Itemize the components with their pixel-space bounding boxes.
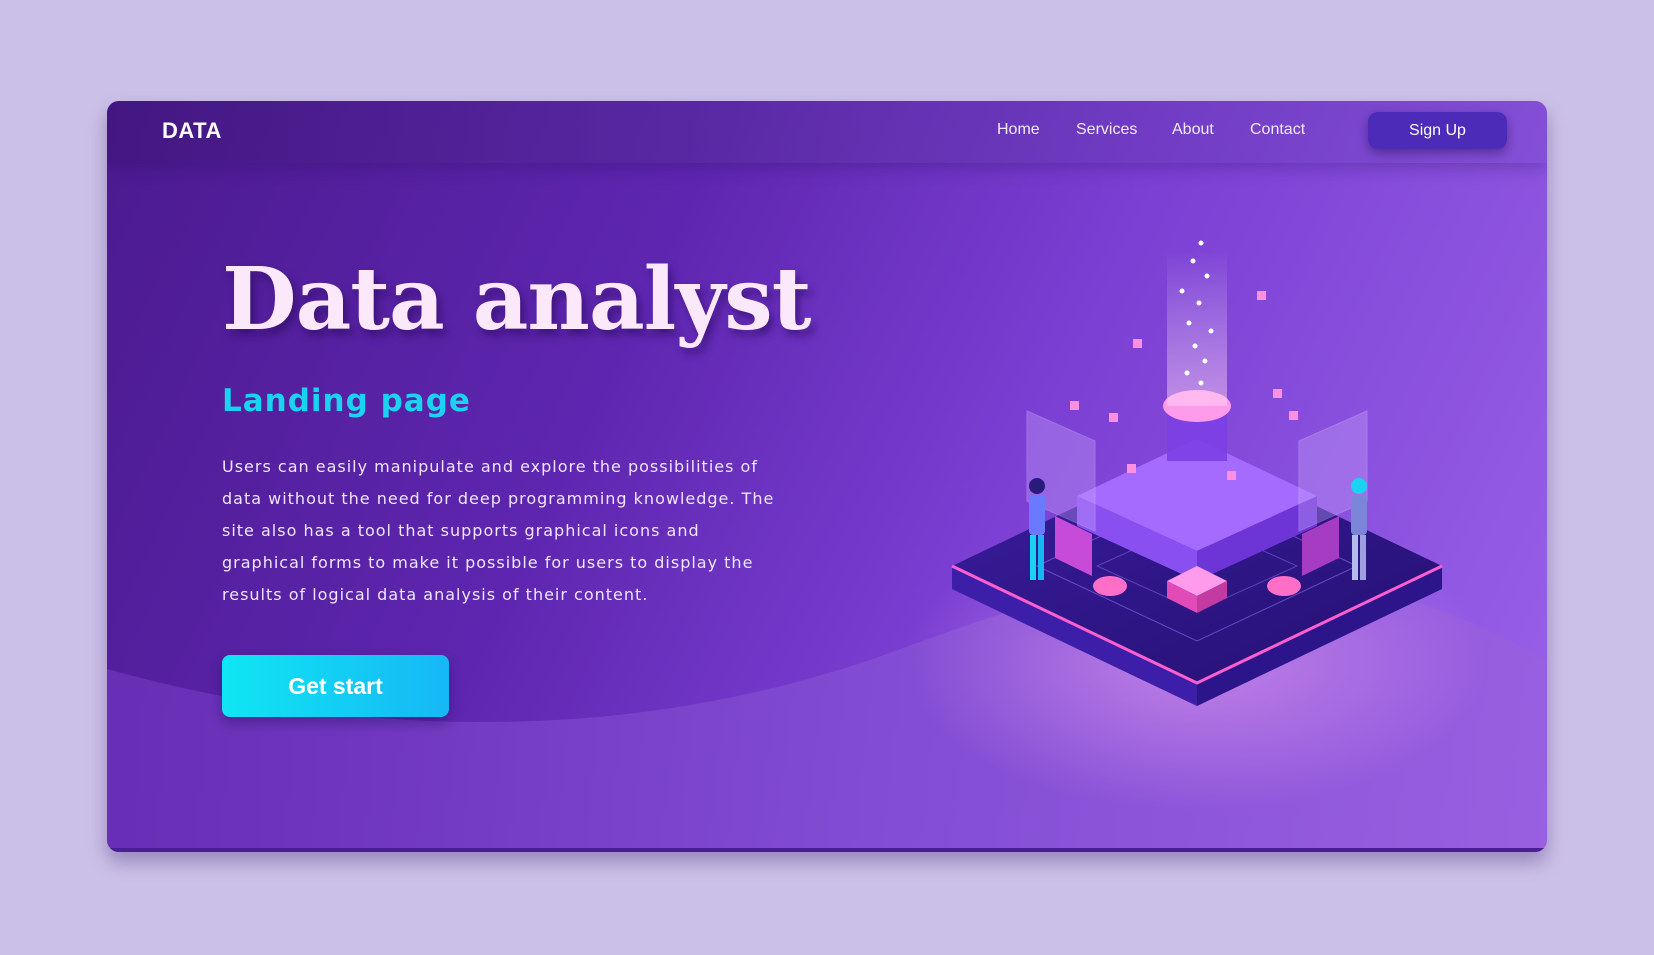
- hero-title: Data analyst: [222, 249, 811, 350]
- hero-subtitle: Landing page: [222, 383, 471, 419]
- isometric-data-illustration: [951, 240, 1443, 706]
- hero-description: Users can easily manipulate and explore …: [222, 457, 775, 604]
- data-particle-beam: [1167, 240, 1227, 406]
- logo[interactable]: DATA: [162, 118, 222, 144]
- sign-up-button[interactable]: Sign Up: [1368, 112, 1507, 149]
- top-navbar: DATA Home Services About Contact Sign Up: [107, 101, 1547, 163]
- landing-card: DATA Home Services About Contact Sign Up…: [107, 101, 1547, 852]
- nav-link-services[interactable]: Services: [1076, 121, 1137, 139]
- nav-link-contact[interactable]: Contact: [1250, 121, 1305, 139]
- card-bottom-edge: [107, 848, 1547, 852]
- nav-link-home[interactable]: Home: [997, 121, 1040, 139]
- get-start-button[interactable]: Get start: [222, 655, 449, 717]
- nav-link-about[interactable]: About: [1172, 121, 1214, 139]
